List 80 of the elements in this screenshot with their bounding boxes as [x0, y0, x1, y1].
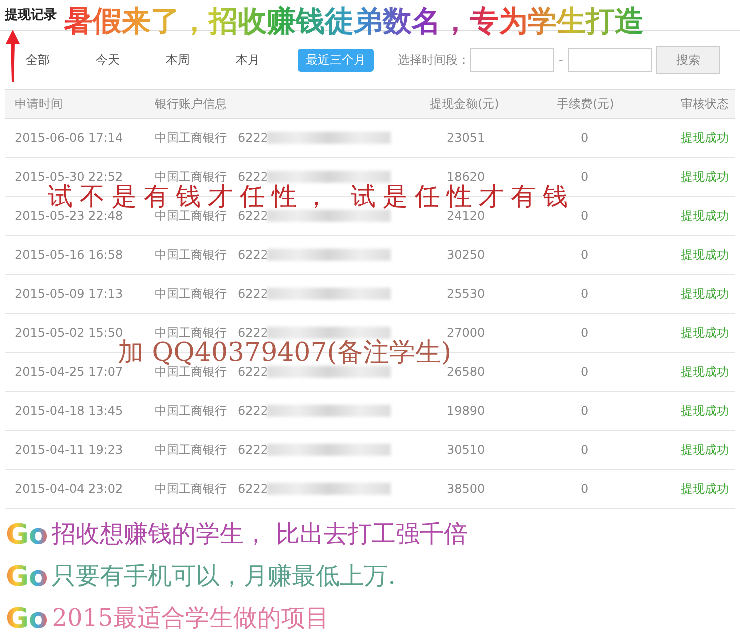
table-cell: 2015-04-18 13:45 [15, 404, 124, 418]
status-text: 提现成功 [681, 324, 729, 342]
table-cell: 0 [581, 209, 589, 223]
ad-text: 招收想赚钱的学生， 比出去打工强千倍 [52, 519, 468, 550]
status-text: 提现成功 [681, 442, 729, 458]
table-cell: 6222 [238, 209, 269, 223]
table-cell: 2015-05-02 15:50 [15, 326, 124, 340]
table-cell: 2015-05-09 17:13 [15, 287, 124, 301]
column-header: 手续费(元) [557, 96, 614, 112]
table-cell: 2015-05-30 22:52 [15, 170, 124, 184]
table-cell-text: 中国工商银行 [155, 208, 227, 224]
table-cell: 24120 [447, 209, 486, 223]
status-text: 提现成功 [681, 402, 729, 420]
table-cell: 0 [581, 248, 589, 262]
table-cell: 2015-05-16 16:58 [15, 248, 124, 262]
table-cell: 38500 [447, 482, 486, 496]
table-cell: 中国工商银行 [155, 130, 227, 146]
table-cell-text: 中国工商银行 [155, 364, 227, 380]
table-cell: 25530 [447, 287, 486, 301]
table-cell: 26580 [447, 365, 486, 379]
table-cell: 0 [581, 287, 589, 301]
table-cell: 6222 [238, 287, 269, 301]
date-range-label: 选择时间段： [398, 52, 470, 68]
filter-tab[interactable]: 本周 [158, 48, 198, 72]
table-cell: 2015-06-06 17:14 [15, 131, 124, 145]
table-cell-text: 中国工商银行 [155, 324, 227, 341]
column-header: 银行账户信息 [155, 96, 227, 112]
range-separator: - [559, 53, 564, 67]
status-text: 提现成功 [681, 168, 729, 186]
start-date-field[interactable] [470, 48, 554, 72]
table-cell: 0 [581, 326, 589, 340]
table-cell: 2015-04-04 23:02 [15, 482, 124, 496]
page-title: 提现记录 [5, 7, 57, 24]
column-header: 申请时间 [15, 96, 63, 112]
table-cell: 6222 [238, 170, 269, 184]
status-text: 提现成功 [681, 364, 729, 380]
table-cell: 6222 [238, 365, 269, 379]
table-cell: 中国工商银行 [155, 286, 227, 302]
table-cell: 中国工商银行 [155, 402, 227, 420]
table-cell: 6222 [238, 248, 269, 262]
table-cell: 0 [581, 443, 589, 457]
table-cell: 6222 [238, 482, 269, 496]
table-cell: 23051 [447, 131, 486, 145]
ad-text: 2015最适合学生做的项目 [52, 603, 330, 634]
filter-tab[interactable]: 全部 [18, 48, 58, 72]
end-date-field[interactable] [568, 48, 652, 72]
table-cell: 6222 [238, 443, 269, 457]
table-cell: 0 [581, 365, 589, 379]
table-cell: 19890 [447, 404, 486, 418]
overlay-text: 加 QQ40379407(备注学生) [118, 341, 452, 365]
table-cell: 0 [581, 404, 589, 418]
arrow-icon [6, 30, 20, 82]
table-cell: 0 [581, 482, 589, 496]
table-cell: 中国工商银行 [155, 246, 227, 264]
table-cell: 2015-05-23 22:48 [15, 209, 124, 223]
status-text: 提现成功 [681, 130, 729, 146]
table-cell: 6222 [238, 326, 269, 340]
status-text: 提现成功 [681, 480, 729, 498]
table-cell: 27000 [447, 326, 486, 340]
column-header: 审核状态 [681, 96, 729, 112]
table-cell: 18620 [447, 170, 486, 184]
filter-tab[interactable]: 今天 [88, 48, 128, 72]
filter-tab[interactable]: 本月 [228, 48, 268, 72]
table-cell: 30250 [447, 248, 486, 262]
table-cell: 2015-04-11 19:23 [15, 443, 124, 457]
table-cell: 0 [581, 170, 589, 184]
status-text: 提现成功 [681, 246, 729, 264]
table-cell: 6222 [238, 404, 269, 418]
status-text: 提现成功 [681, 286, 729, 302]
column-header: 提现金额(元) [430, 96, 500, 112]
table-cell-text: 中国工商银行 [155, 168, 227, 184]
ad-text: 只要有手机可以，月赚最低上万. [52, 561, 396, 592]
table-cell: 0 [581, 131, 589, 145]
overlay-text: 试不是有钱才任性， 试是任性才有钱 [48, 185, 575, 209]
table-cell: 2015-04-25 17:07 [15, 365, 124, 379]
table-cell: 中国工商银行 [155, 442, 227, 458]
table-cell: 30510 [447, 443, 486, 457]
table-cell: 6222 [238, 131, 269, 145]
status-text: 提现成功 [681, 208, 729, 224]
table-cell: 中国工商银行 [155, 480, 227, 498]
